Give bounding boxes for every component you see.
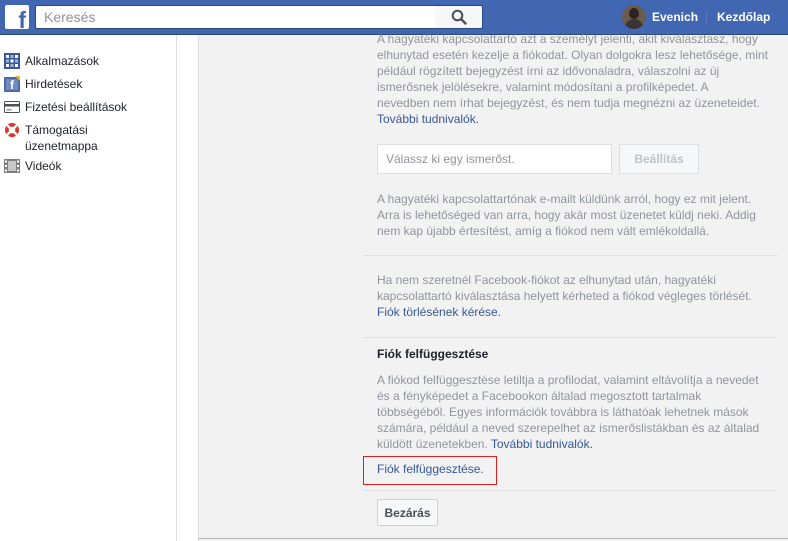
search-button[interactable] (435, 5, 483, 29)
deactivate-info-line: A fiókod felfüggesztése letiltja a profi… (377, 373, 759, 387)
deactivate-learn-more-link[interactable]: További tudnivalók. (491, 437, 593, 451)
ads-icon: f (4, 76, 20, 92)
lifebuoy-icon (5, 123, 19, 137)
deactivate-account-title: Fiók felfüggesztése (377, 347, 489, 361)
legacy-contact-line: nevedben nem írhat bejegyzést, és nem tu… (377, 96, 760, 110)
profile-name: Evenich (652, 10, 699, 24)
deletion-info-line: Ha nem szeretnél Facebook-fiókot az elhu… (377, 273, 716, 287)
section-divider (363, 490, 777, 491)
top-navigation-bar: f Evenich Kezdőlap (0, 0, 788, 35)
email-info-line: nem kap újabb értesítést, amíg a fiókod … (377, 224, 710, 238)
account-deletion-info: Ha nem szeretnél Facebook-fiókot az elhu… (377, 272, 773, 320)
request-account-deletion-link[interactable]: Fiók törlésének kérése. (377, 305, 501, 319)
close-button[interactable]: Bezárás (377, 499, 438, 526)
payment-card-icon (4, 101, 20, 113)
legacy-contact-line: elhunytad esetén kezelje a fiókodat. Oly… (377, 48, 768, 62)
home-link[interactable]: Kezdőlap (717, 10, 770, 24)
sidebar-item-label: Fizetési beállítások (25, 100, 128, 114)
deactivate-account-link[interactable]: Fiók felfüggesztése. (377, 462, 484, 476)
deletion-info-line: kapcsolattartó kiválasztása helyett kérh… (377, 289, 752, 303)
search-input[interactable] (35, 5, 435, 29)
sidebar-item-label: Hirdetések (25, 77, 83, 91)
sidebar-item-label: Támogatási üzenetmappa (25, 123, 98, 153)
avatar (622, 5, 646, 29)
deactivate-account-description: A fiókod felfüggesztése letiltja a profi… (377, 372, 773, 452)
sidebar-item-payment-settings[interactable]: Fizetési beállítások (4, 99, 145, 115)
set-legacy-contact-button[interactable]: Beállítás (619, 144, 699, 174)
sidebar-item-label: Videók (25, 159, 62, 173)
legacy-contact-email-info: A hagyatéki kapcsolattartónak e-mailt kü… (377, 191, 773, 239)
legacy-contact-line: például rögzített bejegyzést írni az idő… (377, 64, 720, 78)
sidebar-item-ads[interactable]: f Hirdetések (4, 76, 145, 92)
section-divider (363, 255, 777, 256)
learn-more-link[interactable]: További tudnivalók. (377, 112, 479, 126)
section-divider (363, 337, 777, 338)
deactivate-info-line: és a fényképedet a Facebookon általad me… (377, 389, 702, 403)
apps-icon (4, 53, 20, 69)
legacy-contact-friend-input[interactable] (377, 144, 612, 174)
deactivate-info-line: többségéből. Egyes információk továbbra … (377, 405, 749, 419)
legacy-contact-description: A hagyatéki kapcsolattartó azt a személy… (377, 31, 773, 127)
deactivate-info-line: küldött üzenetekben. (377, 437, 488, 451)
email-info-line: A hagyatéki kapcsolattartónak e-mailt kü… (377, 192, 752, 206)
left-sidebar: Alkalmazások f Hirdetések Fizetési beáll… (0, 35, 177, 541)
email-info-line: Arra is lehetőséged van arra, hogy akár … (377, 208, 756, 222)
search-icon (451, 9, 467, 25)
legacy-contact-line: A hagyatéki kapcsolattartó azt a személy… (377, 32, 758, 46)
film-icon (4, 159, 20, 173)
nav-divider (706, 11, 707, 24)
sidebar-item-apps[interactable]: Alkalmazások (4, 53, 145, 69)
sidebar-item-support-inbox[interactable]: Támogatási üzenetmappa (4, 122, 145, 154)
profile-link[interactable]: Evenich (622, 5, 698, 29)
sidebar-item-videos[interactable]: Videók (4, 158, 145, 174)
sidebar-item-label: Alkalmazások (25, 54, 100, 68)
legacy-contact-line: ismerősnek jelölésekre, valamint módosít… (377, 80, 709, 94)
facebook-logo-icon[interactable]: f (5, 5, 29, 29)
deactivate-info-line: számára, például a neved szerepelhet az … (377, 421, 760, 435)
panel-bottom-border (198, 538, 788, 539)
